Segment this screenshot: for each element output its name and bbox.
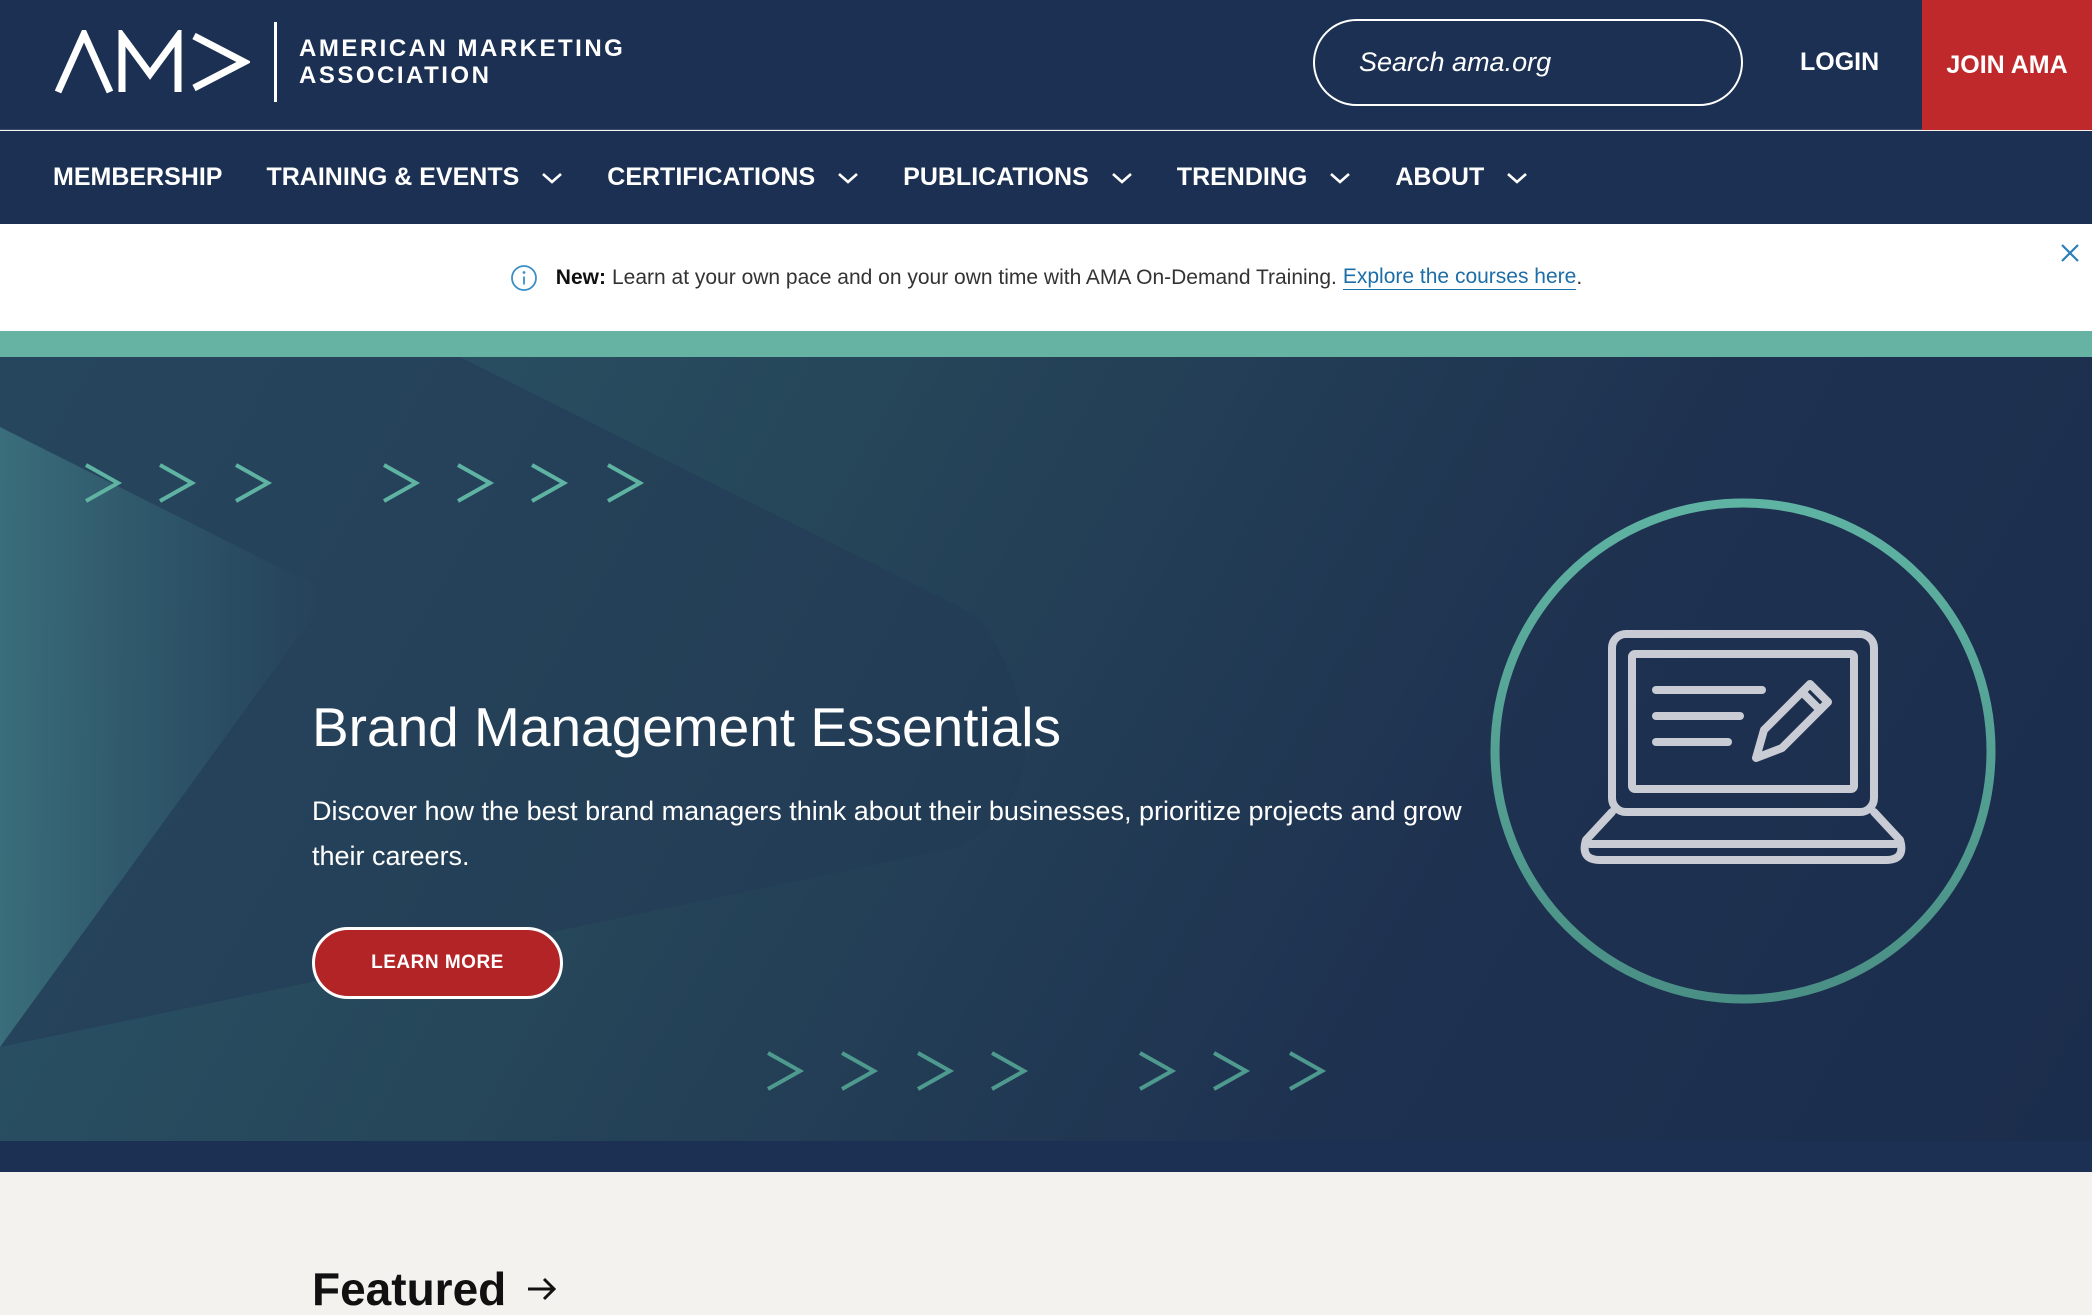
search-box[interactable]: [1313, 19, 1743, 106]
chevron-down-icon: [838, 172, 859, 184]
featured-heading-text: Featured: [312, 1263, 507, 1315]
hero-description: Discover how the best brand managers thi…: [312, 796, 1462, 871]
explore-courses-link[interactable]: Explore the courses here: [1342, 265, 1577, 290]
nav-item-publications[interactable]: PUBLICATIONS: [903, 163, 1133, 192]
announcement-banner: New: Learn at your own pace and on your …: [0, 224, 2092, 331]
logo-divider: [274, 22, 277, 102]
teal-divider: [0, 331, 2092, 357]
nav-item-certifications[interactable]: CERTIFICATIONS: [607, 163, 859, 192]
laptop-pencil-icon: [1490, 498, 1996, 1004]
alert-prefix: New:: [555, 265, 606, 289]
close-icon[interactable]: [2058, 241, 2082, 265]
info-icon: [510, 264, 537, 291]
logo-wordmark: AMERICAN MARKETING ASSOCIATION: [299, 35, 625, 89]
ama-logo[interactable]: AMERICAN MARKETING ASSOCIATION: [54, 20, 625, 104]
nav-item-label: ABOUT: [1395, 163, 1485, 191]
search-input[interactable]: [1359, 47, 1718, 78]
hero-banner: Brand Management Essentials Discover how…: [0, 357, 2092, 1141]
chevron-down-icon: [1330, 172, 1351, 184]
main-nav: MEMBERSHIP TRAINING & EVENTS CERTIFICATI…: [0, 131, 2092, 224]
alert-message: Learn at your own pace and on your own t…: [611, 265, 1337, 289]
nav-item-label: PUBLICATIONS: [903, 163, 1089, 191]
chevron-row-bottom: [767, 1051, 1327, 1091]
alert-suffix: .: [1576, 265, 1583, 289]
learn-more-button[interactable]: LEARN MORE: [312, 927, 563, 999]
nav-item-label: TRAINING & EVENTS: [266, 163, 520, 191]
nav-item-training-events[interactable]: TRAINING & EVENTS: [266, 163, 563, 192]
nav-item-label: TRENDING: [1176, 163, 1308, 191]
login-link[interactable]: LOGIN: [1800, 0, 1879, 124]
featured-heading[interactable]: Featured: [312, 1262, 558, 1315]
hero-title: Brand Management Essentials: [312, 696, 1062, 758]
nav-item-label: MEMBERSHIP: [53, 163, 223, 191]
logo-text-line1: AMERICAN MARKETING: [299, 35, 626, 62]
logo-text-line2: ASSOCIATION: [299, 62, 492, 89]
arrow-right-icon: [528, 1277, 557, 1301]
chevron-down-icon: [542, 172, 563, 184]
join-ama-button[interactable]: JOIN AMA: [1922, 0, 2092, 130]
hero-bottom-strip: [0, 1141, 2092, 1172]
nav-item-membership[interactable]: MEMBERSHIP: [53, 163, 222, 192]
chevron-down-icon: [1507, 172, 1528, 184]
nav-item-label: CERTIFICATIONS: [607, 163, 816, 191]
ama-logo-mark-icon: [54, 30, 250, 94]
nav-item-about[interactable]: ABOUT: [1395, 163, 1528, 192]
chevron-down-icon: [1111, 172, 1132, 184]
nav-item-trending[interactable]: TRENDING: [1177, 163, 1352, 192]
site-header: AMERICAN MARKETING ASSOCIATION LOGIN JOI…: [0, 0, 2092, 130]
